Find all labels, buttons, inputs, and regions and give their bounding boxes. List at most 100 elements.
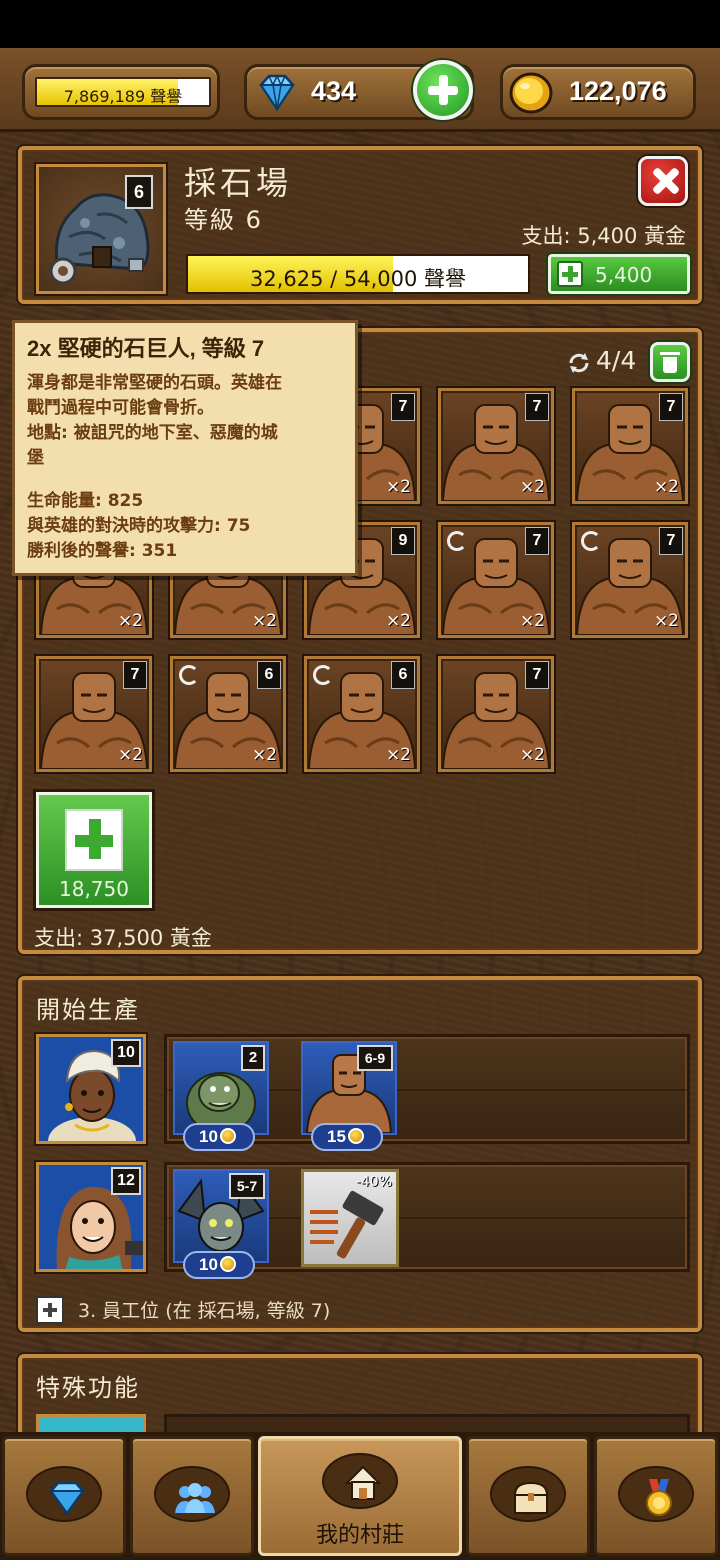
golem-card[interactable]: 6 ×2 <box>170 656 286 772</box>
upgrade-button[interactable]: 5,400 <box>548 254 690 294</box>
bottom-navigation: 我的村莊 <box>0 1432 720 1560</box>
gargoyle-production-item[interactable]: 5-7 <box>173 1169 269 1263</box>
fame-bar: 7,869,189 聲譽 <box>35 77 211 107</box>
production-queue-2: 5-7 10 -40% <box>164 1162 690 1279</box>
golem-card[interactable]: 6 ×2 <box>304 656 420 772</box>
nav-my-village-button[interactable]: 我的村莊 <box>258 1436 462 1556</box>
nav-treasure-button[interactable] <box>466 1436 590 1556</box>
tooltip-desc-line-2: 戰鬥過程中可能會骨折。 <box>27 398 214 418</box>
card-level: 7 <box>659 393 683 421</box>
upgrade-progress-text: 32,625 / 54,000 聲譽 <box>249 267 467 291</box>
top-status-bar: 7,869,189 聲譽 434 122,076 <box>0 48 720 132</box>
building-level-badge: 6 <box>125 175 153 209</box>
golem-card[interactable]: 7 ×2 <box>438 656 554 772</box>
add-storage-slot-button[interactable]: 18,750 <box>36 792 152 908</box>
diamond-icon <box>259 74 295 112</box>
card-level: 9 <box>391 527 415 555</box>
troll-production-item[interactable]: 2 <box>173 1041 269 1135</box>
gold-pill[interactable]: 122,076 <box>500 64 696 120</box>
card-quantity: ×2 <box>117 611 143 631</box>
house-icon <box>344 1465 382 1500</box>
card-level: 7 <box>659 527 683 555</box>
nav-achievements-button[interactable] <box>594 1436 718 1556</box>
refresh-icon <box>313 665 333 685</box>
worker-slot-text: 3. 員工位 (在 採石場, 等級 7) <box>78 1300 331 1322</box>
close-button[interactable] <box>638 156 688 206</box>
card-level: 6 <box>257 661 281 689</box>
card-quantity: ×2 <box>519 745 545 765</box>
card-level: 7 <box>525 393 549 421</box>
golem-card[interactable]: 7 ×2 <box>438 522 554 638</box>
card-level: 6 <box>391 661 415 689</box>
special-title: 特殊功能 <box>36 1374 140 1402</box>
tooltip-title: 2x 堅硬的石巨人, 等級 7 <box>27 336 265 361</box>
golem-card[interactable]: 7 ×2 <box>572 388 688 504</box>
app-root: 7,869,189 聲譽 434 122,076 6 採石場 等級 6 支出: … <box>0 48 720 1560</box>
boost-percent: -40% <box>355 1174 392 1190</box>
add-slot-cost: 18,750 <box>59 877 129 901</box>
cost-value: 10 <box>199 1255 218 1274</box>
card-quantity: ×2 <box>251 745 277 765</box>
golem-card[interactable]: 7 ×2 <box>572 522 688 638</box>
nav-my-village-label: 我的村莊 <box>315 1523 404 1548</box>
gold-value: 122,076 <box>569 76 667 106</box>
worker-portrait[interactable]: 10 <box>36 1034 146 1144</box>
plus-icon <box>557 261 583 287</box>
tooltip-fame: 勝利後的聲譽: 351 <box>27 541 178 561</box>
troll-cost: 10 <box>183 1123 255 1151</box>
card-quantity: ×2 <box>519 611 545 631</box>
production-queue-1: 2 10 6-9 15 <box>164 1034 690 1151</box>
add-worker-slot[interactable]: 3. 員工位 (在 採石場, 等級 7) <box>36 1296 330 1324</box>
upgrade-cost: 5,400 <box>595 263 653 287</box>
building-panel: 6 採石場 等級 6 支出: 5,400 黃金 32,625 / 54,000 … <box>18 146 702 304</box>
gems-value: 434 <box>311 76 357 106</box>
medal-icon <box>646 1479 672 1516</box>
building-name: 採石場 <box>184 164 293 202</box>
card-quantity: ×2 <box>117 745 143 765</box>
nav-shop-button[interactable] <box>2 1436 126 1556</box>
refresh-icon <box>179 665 199 685</box>
card-quantity: ×2 <box>385 611 411 631</box>
building-expense: 支出: 5,400 黃金 <box>521 224 686 248</box>
coin-icon <box>219 1256 236 1272</box>
nav-social-button[interactable] <box>130 1436 254 1556</box>
golem-tooltip: 2x 堅硬的石巨人, 等級 7 渾身都是非常堅硬的石頭。英雄在 戰鬥過程中可能會… <box>12 320 358 576</box>
refresh-icon <box>447 531 467 551</box>
building-level-text: 等級 6 <box>184 206 263 234</box>
gargoyle-cost: 10 <box>183 1251 255 1279</box>
item-level: 2 <box>241 1045 265 1071</box>
trash-button[interactable] <box>650 342 690 382</box>
production-panel: 開始生產 10 2 10 6-9 15 12 5-7 10 -40% 3. 員工… <box>18 976 702 1332</box>
card-quantity: ×2 <box>653 477 679 497</box>
tooltip-location-line-1: 地點: 被詛咒的地下室、惡魔的城 <box>27 423 278 443</box>
card-level: 7 <box>123 661 147 689</box>
treasure-chest-icon <box>513 1481 549 1514</box>
upgrade-progress-bar: 32,625 / 54,000 聲譽 <box>186 254 530 294</box>
people-icon <box>175 1483 215 1513</box>
buy-gems-plus-button[interactable] <box>413 60 473 120</box>
speed-boost-item[interactable]: -40% <box>301 1169 399 1267</box>
refresh-icon <box>569 353 589 373</box>
plus-icon <box>65 809 123 871</box>
quarry-building-image: 6 <box>36 164 166 294</box>
plus-icon <box>36 1296 64 1324</box>
refresh-icon <box>581 531 601 551</box>
card-quantity: ×2 <box>385 745 411 765</box>
tooltip-desc-line-1: 渾身都是非常堅硬的石頭。英雄在 <box>27 373 282 393</box>
card-level: 7 <box>525 661 549 689</box>
item-level: 6-9 <box>357 1045 393 1071</box>
tooltip-hp: 生命能量: 825 <box>27 491 144 511</box>
golem-card[interactable]: 7 ×2 <box>36 656 152 772</box>
golem-production-item[interactable]: 6-9 <box>301 1041 397 1135</box>
storage-slots: 4/4 <box>596 346 637 375</box>
fame-pill[interactable]: 7,869,189 聲譽 <box>22 64 220 120</box>
coin-icon <box>347 1128 364 1144</box>
golem-card[interactable]: 7 ×2 <box>438 388 554 504</box>
card-quantity: ×2 <box>251 611 277 631</box>
cost-value: 15 <box>327 1127 346 1146</box>
worker-level: 10 <box>111 1039 141 1067</box>
tooltip-location-line-2: 堡 <box>27 448 44 468</box>
card-level: 7 <box>525 527 549 555</box>
worker-portrait[interactable]: 12 <box>36 1162 146 1272</box>
item-level: 5-7 <box>229 1173 265 1199</box>
